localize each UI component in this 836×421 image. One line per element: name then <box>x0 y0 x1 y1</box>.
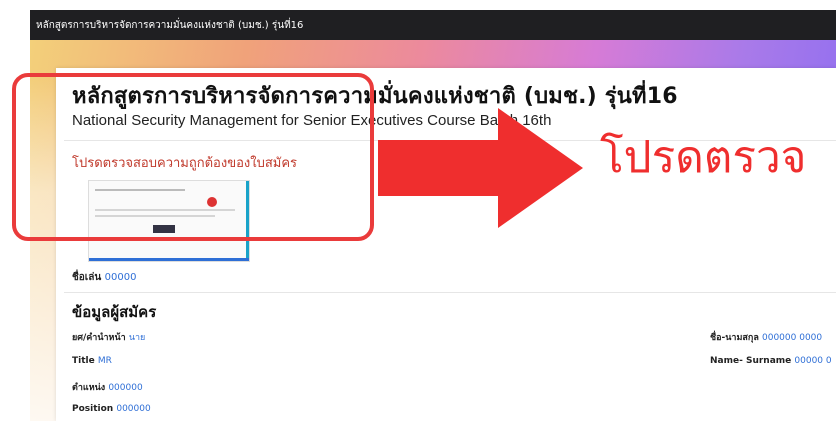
navbar-title[interactable]: หลักสูตรการบริหารจัดการความมั่นคงแห่งชาต… <box>36 18 303 33</box>
nickname-label: ชื่อเล่น <box>72 272 102 283</box>
nickname-value: 00000 <box>104 272 137 283</box>
title-field: Title MR <box>72 356 112 366</box>
nickname-row: ชื่อเล่น 00000 <box>72 270 136 285</box>
position-en-value: 000000 <box>116 404 151 414</box>
position-en-label: Position <box>72 404 114 414</box>
name-en-value: 00000 0 <box>794 356 832 366</box>
overlay-caption: โปรดตรวจ <box>600 132 807 183</box>
applicant-section-title: ข้อมูลผู้สมัคร <box>72 303 157 321</box>
highlight-box <box>12 73 374 241</box>
name-th-value: 000000 0000 <box>762 333 823 343</box>
divider <box>64 292 836 293</box>
name-en-label: Name- Surname <box>710 356 792 366</box>
position-en-field: Position 000000 <box>72 404 151 414</box>
top-navbar: หลักสูตรการบริหารจัดการความมั่นคงแห่งชาต… <box>30 10 836 40</box>
name-th-label: ชื่อ-นามสกุล <box>710 333 759 343</box>
title-label: Title <box>72 356 95 366</box>
rank-value: นาย <box>128 333 146 343</box>
arrow-right-icon <box>378 108 583 228</box>
rank-field: ยศ/คำนำหน้า นาย <box>72 330 145 344</box>
position-th-field: ตำแหน่ง 000000 <box>72 380 143 394</box>
position-th-label: ตำแหน่ง <box>72 383 106 393</box>
position-th-value: 000000 <box>108 383 143 393</box>
thumb-bottom-bar <box>89 258 249 261</box>
title-value: MR <box>97 356 112 366</box>
name-en-field: Name- Surname 00000 0 <box>710 356 832 366</box>
name-th-field: ชื่อ-นามสกุล 000000 0000 <box>710 330 822 344</box>
rank-label: ยศ/คำนำหน้า <box>72 333 126 343</box>
